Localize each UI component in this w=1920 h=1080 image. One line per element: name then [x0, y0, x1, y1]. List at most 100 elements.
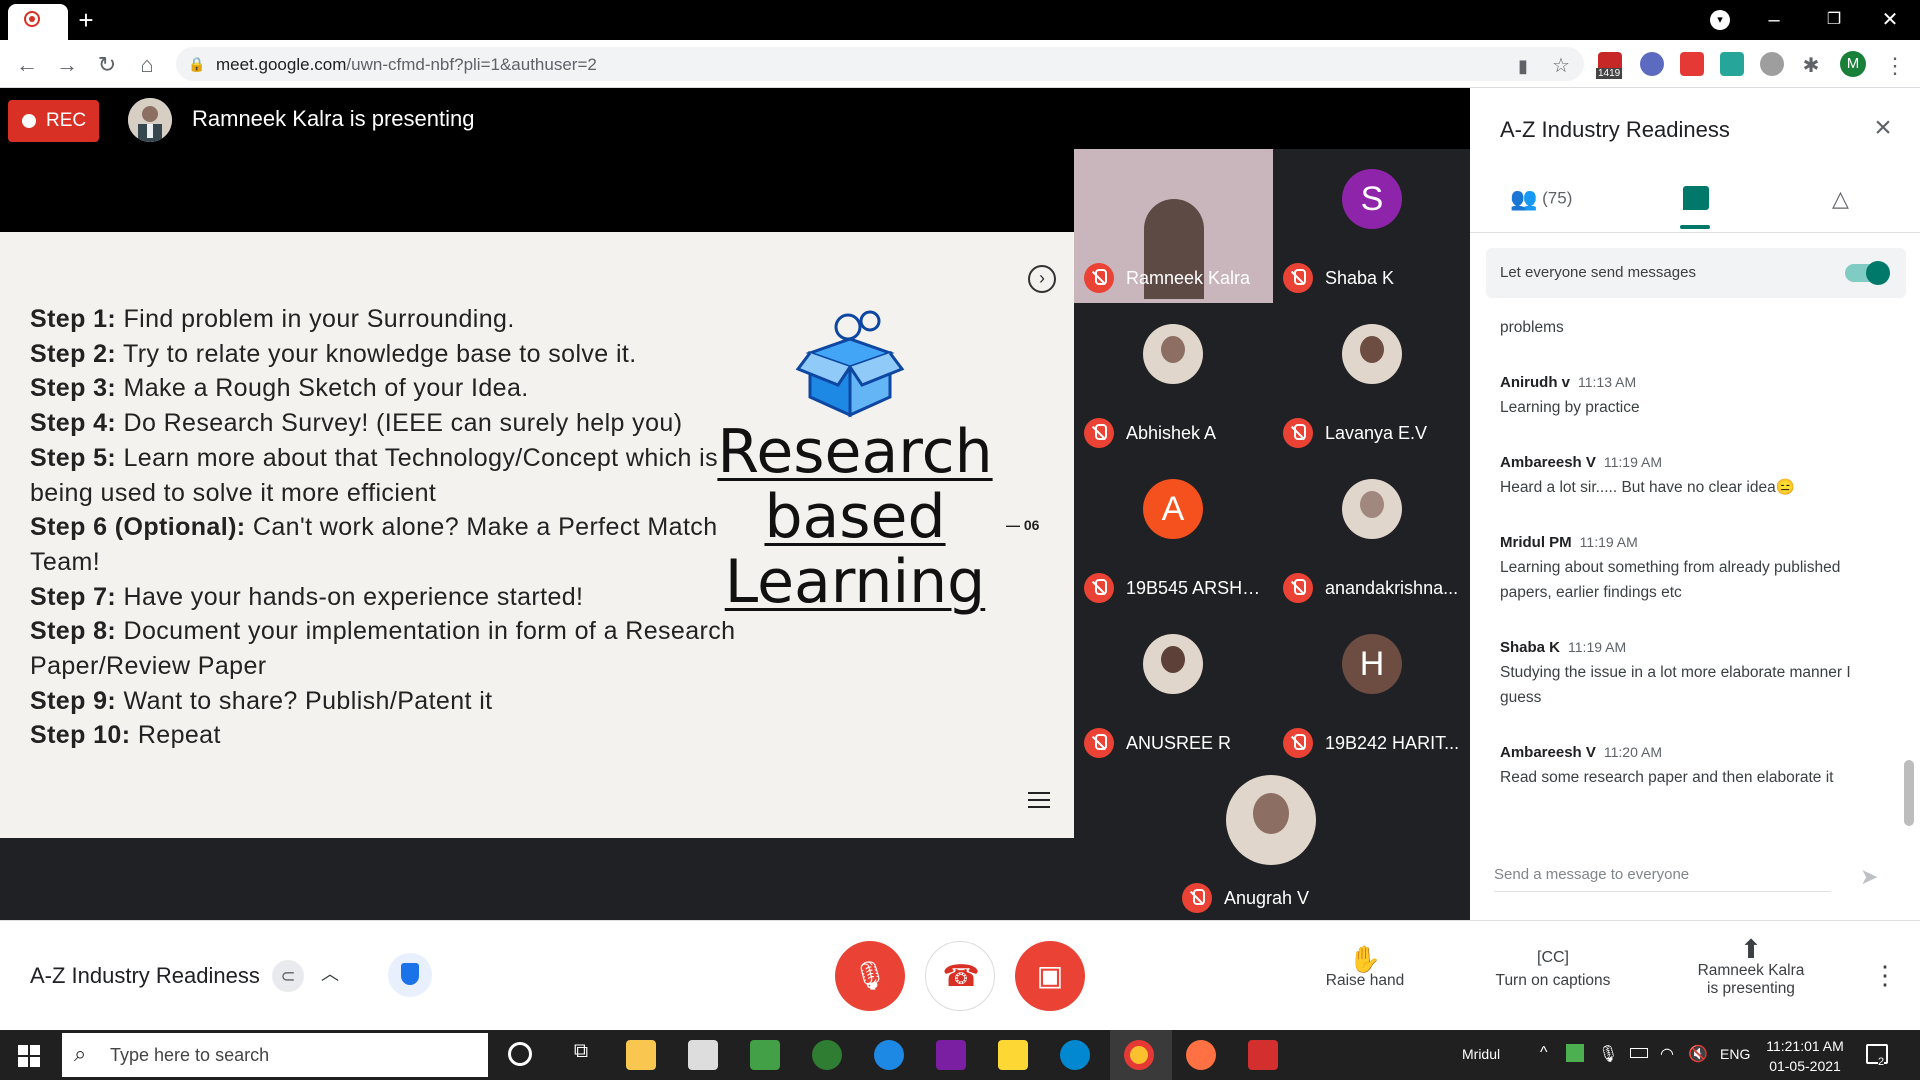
- attachment-icon[interactable]: ⊂: [272, 960, 304, 992]
- tab-chat-indicator: [1680, 225, 1710, 229]
- search-icon: ⌕: [74, 1041, 87, 1066]
- participant-name: anandakrishna...: [1325, 578, 1459, 598]
- chat-sender: Ambareesh V: [1500, 454, 1596, 471]
- step-item: Step 2: Try to relate your knowledge bas…: [30, 337, 750, 372]
- chevron-up-icon[interactable]: ︿: [318, 962, 342, 986]
- wifi-icon[interactable]: ◠: [1660, 1044, 1674, 1064]
- notifications-icon[interactable]: [1866, 1044, 1888, 1064]
- participant-tile[interactable]: anandakrishna...: [1273, 459, 1472, 613]
- leave-call-button[interactable]: ☎: [925, 941, 995, 1011]
- presenting-label: is presenting: [1707, 980, 1795, 997]
- puzzle-icon[interactable]: ✱: [1796, 51, 1826, 81]
- presenter-status: Ramneek Kalra is presenting: [192, 106, 475, 131]
- app-icon[interactable]: [750, 1040, 780, 1070]
- task-view-icon[interactable]: ⧉: [566, 1040, 596, 1070]
- store-icon[interactable]: [688, 1040, 718, 1070]
- participant-tile[interactable]: Anugrah V: [1172, 769, 1371, 923]
- url-path: /uwn-cfmd-nbf?pli=1&authuser=2: [346, 55, 597, 74]
- participant-name: Shaba K: [1325, 268, 1395, 288]
- participant-name: ANUSREE R: [1126, 733, 1232, 753]
- activities-icon[interactable]: △: [1832, 186, 1858, 214]
- presenting-button[interactable]: ⬆ Ramneek Kalra is presenting: [1680, 934, 1822, 998]
- edge-icon[interactable]: [1060, 1040, 1090, 1070]
- close-icon[interactable]: ×: [1868, 113, 1898, 144]
- participant-avatar: [1226, 775, 1316, 865]
- tray-mic-icon[interactable]: 🎙: [1598, 1044, 1618, 1064]
- more-options-icon[interactable]: ⋮: [1872, 962, 1898, 992]
- app-icon[interactable]: [874, 1040, 904, 1070]
- step-text: Repeat: [130, 721, 221, 750]
- mic-muted-icon: [1084, 418, 1114, 448]
- onenote-icon[interactable]: [936, 1040, 966, 1070]
- tray-user[interactable]: Mridul: [1462, 1046, 1500, 1062]
- microphone-toggle-button[interactable]: 🎙: [835, 941, 905, 1011]
- new-tab-icon[interactable]: +: [72, 6, 100, 34]
- extension-icon[interactable]: [1640, 52, 1664, 76]
- reload-icon[interactable]: ↻: [92, 50, 122, 80]
- camera-icon[interactable]: ▮: [1508, 51, 1538, 81]
- captions-button[interactable]: [CC] Turn on captions: [1480, 944, 1626, 990]
- windows-start-icon[interactable]: [18, 1045, 40, 1067]
- steps-list: Step 1: Find problem in your Surrounding…: [30, 302, 750, 753]
- chat-icon[interactable]: [1683, 186, 1709, 210]
- participant-tile[interactable]: Abhishek A: [1074, 304, 1273, 458]
- camera-toggle-button[interactable]: ▣: [1015, 941, 1085, 1011]
- sticky-notes-icon[interactable]: [998, 1040, 1028, 1070]
- slide-title-line: Research: [717, 417, 993, 487]
- tray-chevron-icon[interactable]: ^: [1540, 1044, 1548, 1062]
- menu-icon[interactable]: ⋮: [1880, 51, 1910, 81]
- extension-icon[interactable]: [1680, 52, 1704, 76]
- participant-tile[interactable]: H 19B242 HARIT...: [1273, 614, 1472, 768]
- send-icon[interactable]: ➤: [1860, 864, 1884, 889]
- chat-message-input[interactable]: Send a message to everyone: [1494, 866, 1831, 892]
- raise-hand-button[interactable]: ✋ Raise hand: [1310, 944, 1420, 990]
- app-icon[interactable]: [812, 1040, 842, 1070]
- chat-text: Learning about something from already pu…: [1500, 559, 1841, 601]
- extension-icon[interactable]: [1720, 52, 1744, 76]
- slide-menu-icon[interactable]: [1028, 792, 1050, 808]
- taskbar-search-placeholder[interactable]: Type here to search: [110, 1045, 269, 1066]
- participant-tile[interactable]: Ramneek Kalra: [1074, 149, 1273, 303]
- step-text: Try to relate your knowledge base to sol…: [116, 339, 637, 368]
- home-icon[interactable]: ⌂: [132, 50, 162, 80]
- cortana-icon[interactable]: [508, 1042, 532, 1066]
- step-item: Step 8: Document your implementation in …: [30, 614, 750, 683]
- acrobat-icon[interactable]: [1248, 1040, 1278, 1070]
- mic-muted-icon: [1084, 263, 1114, 293]
- battery-icon[interactable]: [1630, 1048, 1648, 1058]
- toggle-knob[interactable]: [1866, 261, 1890, 285]
- meeting-name[interactable]: A-Z Industry Readiness: [30, 963, 260, 989]
- tab-search-icon[interactable]: ▾: [1710, 10, 1730, 30]
- present-screen-icon: ⬆: [1740, 934, 1762, 964]
- chat-message-header: Ambareesh V 11:20 AM: [1500, 744, 1890, 762]
- participant-tile[interactable]: A 19B545 ARSHA...: [1074, 459, 1273, 613]
- chrome-icon[interactable]: [1124, 1040, 1154, 1070]
- tab-people[interactable]: 👥 (75): [1510, 186, 1572, 216]
- forward-icon[interactable]: →: [52, 50, 82, 80]
- lock-icon[interactable]: 🔒: [188, 56, 205, 72]
- record-icon: [22, 114, 36, 128]
- recording-tab-icon: [24, 11, 40, 27]
- star-icon[interactable]: ☆: [1546, 51, 1576, 81]
- window-close-icon[interactable]: ✕: [1870, 6, 1910, 34]
- firefox-icon[interactable]: [1186, 1040, 1216, 1070]
- extension-icon[interactable]: [1760, 52, 1784, 76]
- participant-name: 19B545 ARSHA...: [1126, 578, 1266, 598]
- language-indicator[interactable]: ENG: [1720, 1046, 1750, 1062]
- file-explorer-icon[interactable]: [626, 1040, 656, 1070]
- minimize-icon[interactable]: –: [1754, 6, 1794, 34]
- step-label: Step 5:: [30, 443, 117, 472]
- chat-sender: Shaba K: [1500, 639, 1561, 656]
- chat-scrollbar[interactable]: [1904, 760, 1914, 826]
- clock[interactable]: 11:21:01 AM 01-05-2021: [1764, 1036, 1846, 1076]
- slide-next-button[interactable]: ›: [1028, 265, 1056, 293]
- participant-tile[interactable]: S Shaba K: [1273, 149, 1472, 303]
- restore-icon[interactable]: ❐: [1814, 6, 1854, 34]
- profile-avatar[interactable]: M: [1840, 51, 1866, 77]
- participant-tile[interactable]: Lavanya E.V: [1273, 304, 1472, 458]
- back-icon[interactable]: ←: [12, 50, 42, 80]
- url-text[interactable]: meet.google.com/uwn-cfmd-nbf?pli=1&authu…: [216, 55, 597, 75]
- participant-tile[interactable]: ANUSREE R: [1074, 614, 1273, 768]
- tray-app-icon[interactable]: [1566, 1044, 1584, 1062]
- volume-muted-icon[interactable]: 🔇: [1688, 1044, 1708, 1064]
